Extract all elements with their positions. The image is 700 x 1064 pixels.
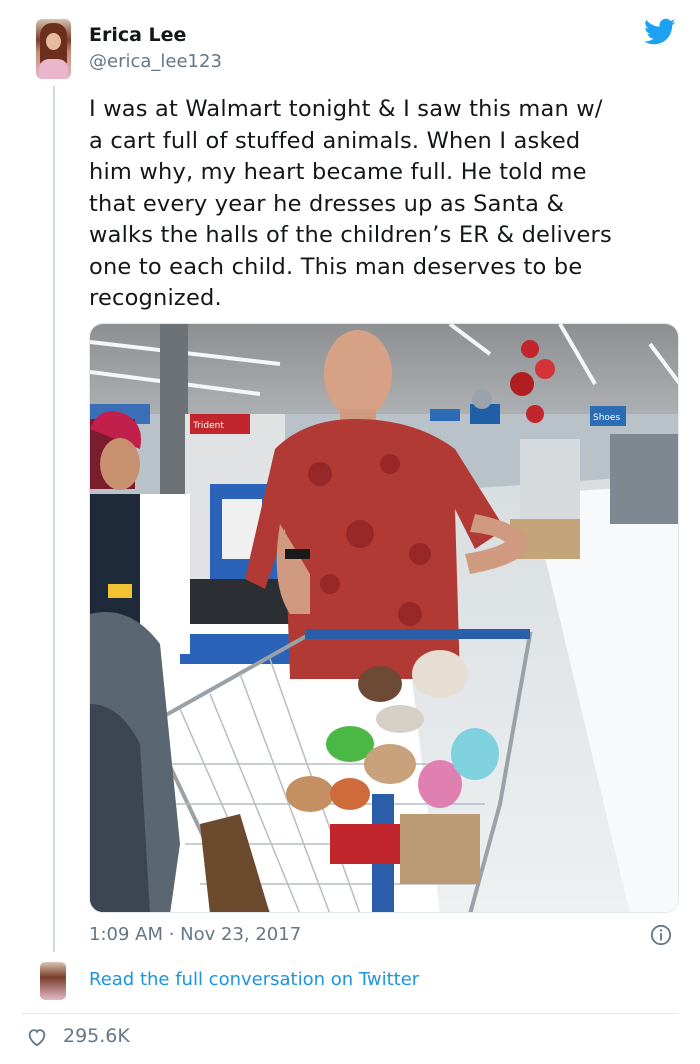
walmart-scene: Shoes Trident <box>90 324 678 912</box>
tweet-text: I was at Walmart tonight & I saw this ma… <box>89 96 612 311</box>
tweet-photo[interactable]: Shoes Trident <box>89 323 679 913</box>
author-handle[interactable]: @erica_lee123 <box>89 51 222 72</box>
avatar-shirt <box>39 59 68 79</box>
shoes-sign: Shoes <box>593 413 620 423</box>
tweet-timestamp[interactable]: 1:09 AM · Nov 23, 2017 <box>89 924 301 945</box>
author-avatar[interactable] <box>36 19 71 79</box>
info-icon[interactable] <box>650 924 672 946</box>
thread-line <box>53 86 55 952</box>
twitter-bird-icon[interactable] <box>644 18 676 46</box>
read-conversation-link[interactable]: Read the full conversation on Twitter <box>89 969 419 990</box>
author-avatar-small[interactable] <box>40 962 66 1000</box>
avatar-face <box>46 33 61 50</box>
author-name[interactable]: Erica Lee <box>89 24 186 46</box>
footer-divider <box>22 1013 678 1014</box>
tweet-card: Erica Lee @erica_lee123 I was at Walmart… <box>0 0 700 1064</box>
heart-icon[interactable] <box>26 1026 48 1048</box>
like-count[interactable]: 295.6K <box>63 1025 130 1047</box>
trident-sign: Trident <box>192 421 224 431</box>
